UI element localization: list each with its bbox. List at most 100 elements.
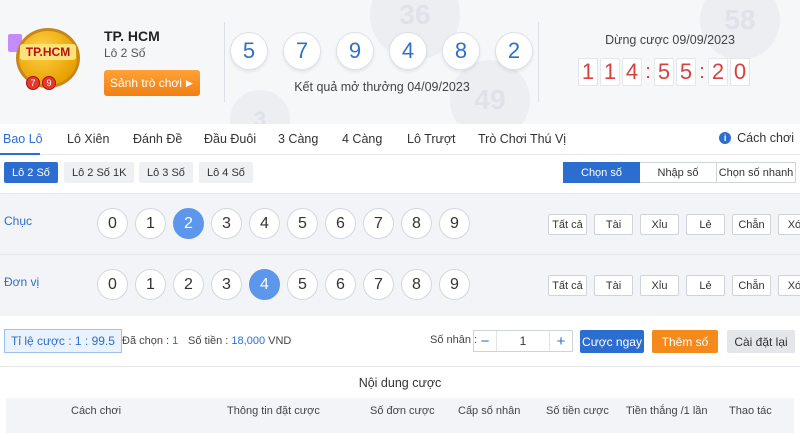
decor-ball: 3 <box>230 90 290 124</box>
digit-ball[interactable]: 0 <box>97 269 128 300</box>
selected-count-value: 1 <box>172 335 179 347</box>
tab-lo-xien[interactable]: Lô Xiên <box>67 132 109 146</box>
row-label-tens: Chục <box>4 214 33 228</box>
result-ball: 8 <box>442 32 480 70</box>
bet-content-panel: Nội dung cược Cách chơi Thông tin đặt cư… <box>0 366 800 433</box>
multiplier-label: Số nhân : <box>430 334 478 346</box>
digit-ball[interactable]: 6 <box>325 269 356 300</box>
lottery-logo: TP.HCM 7 9 <box>8 20 86 100</box>
tab-tro-choi-thu-vi[interactable]: Trò Chơi Thú Vị <box>478 132 566 146</box>
bet-type-tabs: Bao Lô Lô Xiên Đánh Đề Đầu Đuôi 3 Càng 4… <box>0 124 800 155</box>
digit-ball[interactable]: 6 <box>325 208 356 239</box>
select-small-button[interactable]: Xỉu <box>640 214 679 235</box>
result-ball: 4 <box>389 32 427 70</box>
game-type-label: Lô 2 Số <box>104 46 146 60</box>
column-header: Thông tin đặt cược <box>227 405 320 417</box>
select-odd-button[interactable]: Lẻ <box>686 214 725 235</box>
logo-text: TP.HCM <box>20 44 76 60</box>
clear-button[interactable]: Xóa <box>778 275 800 296</box>
digit-ball[interactable]: 8 <box>401 208 432 239</box>
multiplier-input[interactable]: 1 <box>496 331 550 351</box>
select-big-button[interactable]: Tài <box>594 275 633 296</box>
digit-ball-selected[interactable]: 4 <box>249 269 280 300</box>
minus-icon[interactable]: − <box>474 333 496 350</box>
select-big-button[interactable]: Tài <box>594 214 633 235</box>
row-label-units: Đơn vị <box>4 275 40 289</box>
selected-count: Đã chọn : 1 <box>122 335 178 347</box>
logo-ball: 9 <box>42 76 56 90</box>
add-number-button[interactable]: Thêm số <box>652 330 718 353</box>
mode-enter-number[interactable]: Nhập số <box>640 162 717 183</box>
bet-deadline: Dừng cược 09/09/2023 <box>605 33 735 47</box>
sub-type-tabs: Lô 2 Số Lô 2 Số 1K Lô 3 Số Lô 4 Số Chọn … <box>0 155 800 193</box>
subtab-lo-4-so[interactable]: Lô 4 Số <box>199 162 253 183</box>
how-to-play-link[interactable]: i Cách chơi <box>719 131 794 145</box>
result-ball: 2 <box>495 32 533 70</box>
mode-quick-choose[interactable]: Chọn số nhanh <box>717 162 796 183</box>
result-caption: Kết quả mở thưởng 04/09/2023 <box>294 80 470 94</box>
digit-ball[interactable]: 2 <box>173 269 204 300</box>
bet-table-header: Cách chơi Thông tin đặt cược Số đơn cược… <box>6 398 794 433</box>
mode-choose-number[interactable]: Chọn số <box>563 162 640 183</box>
digit-ball[interactable]: 7 <box>363 208 394 239</box>
countdown-digit: 5 <box>654 58 674 86</box>
column-header: Cách chơi <box>71 405 122 417</box>
play-arrow-icon: ▶ <box>185 77 193 88</box>
countdown-digit: 2 <box>708 58 728 86</box>
lobby-button[interactable]: Sảnh trò chơi ▶ <box>104 70 200 96</box>
digit-ball[interactable]: 4 <box>249 208 280 239</box>
select-even-button[interactable]: Chẵn <box>732 214 771 235</box>
countdown-digit: 5 <box>676 58 696 86</box>
subtab-lo-2-so[interactable]: Lô 2 Số <box>4 162 58 183</box>
select-small-button[interactable]: Xỉu <box>640 275 679 296</box>
units-row: Đơn vị 0 1 2 3 4 5 6 7 8 9 Tất cả Tài Xỉ… <box>0 254 800 316</box>
tab-dau-duoi[interactable]: Đầu Đuôi <box>204 132 256 146</box>
select-all-button[interactable]: Tất cả <box>548 275 587 296</box>
decor-ball: 58 <box>700 0 780 60</box>
result-ball: 9 <box>336 32 374 70</box>
digit-ball[interactable]: 3 <box>211 208 242 239</box>
tens-digit-picker: 0 1 2 3 4 5 6 7 8 9 <box>97 208 470 239</box>
digit-ball[interactable]: 1 <box>135 208 166 239</box>
divider <box>538 22 539 102</box>
select-all-button[interactable]: Tất cả <box>548 214 587 235</box>
game-header: 36 58 49 3 TP.HCM 7 9 TP. HCM Lô 2 Số Sả… <box>0 0 800 124</box>
reset-button[interactable]: Cài đặt lại <box>727 330 795 353</box>
multiplier-stepper: − 1 + <box>473 330 573 352</box>
select-odd-button[interactable]: Lẻ <box>686 275 725 296</box>
countdown-digit: 4 <box>622 58 642 86</box>
bet-amount-value: 18,000 <box>231 335 266 347</box>
countdown-separator: : <box>645 60 651 83</box>
units-quick-select: Tất cả Tài Xỉu Lẻ Chẵn Xóa <box>548 275 800 296</box>
plus-icon[interactable]: + <box>550 333 572 350</box>
clear-button[interactable]: Xóa <box>778 214 800 235</box>
select-even-button[interactable]: Chẵn <box>732 275 771 296</box>
logo-balls: 7 9 <box>26 76 56 90</box>
digit-ball[interactable]: 7 <box>363 269 394 300</box>
digit-ball[interactable]: 9 <box>439 269 470 300</box>
digit-ball[interactable]: 1 <box>135 269 166 300</box>
countdown-separator: : <box>699 60 705 83</box>
tab-lo-truot[interactable]: Lô Trượt <box>407 132 456 146</box>
tab-4-cang[interactable]: 4 Càng <box>342 132 382 146</box>
subtab-lo-2-so-1k[interactable]: Lô 2 Số 1K <box>64 162 135 183</box>
city-name: TP. HCM <box>104 28 160 44</box>
subtab-lo-3-so[interactable]: Lô 3 Số <box>139 162 193 183</box>
tab-bao-lo[interactable]: Bao Lô <box>3 132 43 146</box>
tab-3-cang[interactable]: 3 Càng <box>278 132 318 146</box>
digit-ball[interactable]: 8 <box>401 269 432 300</box>
result-numbers: 5 7 9 4 8 2 <box>230 32 533 70</box>
column-header: Tiền thắng /1 lần <box>626 405 708 417</box>
bet-now-button[interactable]: Cược ngay <box>580 330 644 353</box>
digit-ball[interactable]: 5 <box>287 208 318 239</box>
bet-amount: Số tiền : 18,000 VND <box>188 335 291 347</box>
digit-ball[interactable]: 3 <box>211 269 242 300</box>
digit-ball[interactable]: 5 <box>287 269 318 300</box>
digit-ball[interactable]: 0 <box>97 208 128 239</box>
countdown-timer: 1 1 4 : 5 5 : 2 0 <box>578 58 750 86</box>
tab-danh-de[interactable]: Đánh Đề <box>133 132 182 146</box>
tens-row: Chục 0 1 2 3 4 5 6 7 8 9 Tất cả Tài Xỉu … <box>0 193 800 255</box>
divider <box>224 22 225 102</box>
digit-ball[interactable]: 9 <box>439 208 470 239</box>
digit-ball-selected[interactable]: 2 <box>173 208 204 239</box>
